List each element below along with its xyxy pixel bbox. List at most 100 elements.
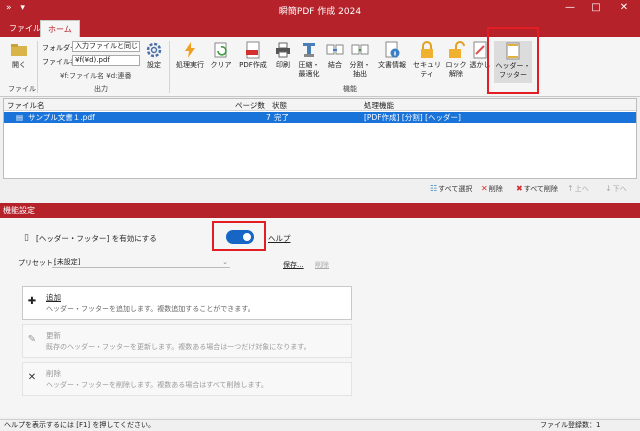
remove-preset-link[interactable]: 削除: [315, 260, 329, 270]
minimize-button[interactable]: —: [560, 2, 580, 13]
open-button[interactable]: 開く: [6, 41, 32, 70]
move-up-button[interactable]: ↑上へ: [567, 184, 589, 194]
filename-hint: ¥f:ファイル名 ¥d:連番: [60, 72, 132, 80]
delete-label: 削除: [488, 185, 503, 193]
pdf-file-icon: [246, 41, 260, 59]
tab-home[interactable]: ホーム: [40, 20, 80, 37]
clamp-icon: [303, 43, 315, 57]
clear-button[interactable]: クリア: [209, 41, 233, 70]
delete-action-card[interactable]: ✕ 削除 ヘッダー・フッターを削除します。複数ある場合はすべて削除します。: [22, 362, 352, 396]
file-list-header: ファイル名 ページ数 状態 処理機能: [4, 99, 636, 111]
ribbon-separator: [169, 41, 170, 93]
filename-input-value: ¥f(¥d).pdf: [75, 56, 110, 64]
delete-all-button[interactable]: ✖すべて削除: [516, 184, 558, 194]
split-label-1: 分割・: [349, 61, 371, 69]
settings-label: 設定: [147, 61, 161, 69]
x-icon: ✕: [27, 372, 37, 383]
move-up-label: 上へ: [574, 185, 589, 193]
update-desc: 既存のヘッダー・フッターを更新します。複数ある場合は一つだけ対象になります。: [46, 343, 311, 351]
document-icon: ▯: [24, 233, 29, 243]
column-header-name[interactable]: ファイル名: [7, 100, 45, 111]
close-all-icon: ✖: [516, 184, 523, 193]
preset-select[interactable]: [未設定] ⌄: [52, 257, 230, 268]
merge-button[interactable]: 結合: [324, 41, 346, 70]
pencil-icon: ✎: [27, 334, 37, 345]
arrow-up-icon: ↑: [567, 184, 574, 193]
split-button[interactable]: 分割・ 抽出: [348, 41, 372, 79]
unlock-button[interactable]: ロック 解除: [445, 41, 467, 79]
select-all-label: すべて選択: [438, 185, 473, 193]
merge-label: 結合: [328, 61, 342, 69]
print-button[interactable]: 印刷: [271, 41, 295, 70]
ribbon-tabs: ファイル ホーム: [0, 20, 640, 37]
printer-icon: [276, 42, 290, 58]
row-function: [PDF作成] [分割] [ヘッダー]: [364, 113, 461, 122]
output-group-label: 出力: [94, 85, 108, 93]
lock-icon: [421, 41, 433, 58]
row-pages: 7: [266, 113, 271, 122]
close-icon: ✕: [481, 184, 488, 193]
pdf-create-button[interactable]: PDF作成: [237, 41, 269, 70]
row-file-name: サンプル文書１.pdf: [28, 113, 95, 122]
settings-button[interactable]: 設定: [144, 41, 164, 70]
folder-select[interactable]: 入力ファイルと同じ: [72, 41, 140, 52]
filename-input[interactable]: ¥f(¥d).pdf: [72, 55, 140, 66]
security-label: セキュリティ: [413, 61, 441, 78]
folder-select-value: 入力ファイルと同じ: [75, 42, 138, 50]
move-down-button[interactable]: ↓下へ: [605, 184, 627, 194]
security-button[interactable]: セキュリティ: [410, 41, 444, 79]
unlock-label-2: 解除: [449, 70, 463, 78]
docinfo-label: 文書情報: [378, 61, 406, 69]
split-label-2: 抽出: [353, 70, 367, 78]
move-down-label: 下へ: [612, 185, 627, 193]
chevron-down-icon: ⌄: [222, 258, 228, 266]
select-all-button[interactable]: ☷すべて選択: [430, 184, 472, 194]
arrow-down-icon: ↓: [605, 184, 612, 193]
gear-icon: [146, 42, 162, 58]
highlight-box-ribbon: [487, 27, 539, 94]
refresh-icon: [214, 42, 227, 58]
delete-button[interactable]: ✕削除: [481, 184, 503, 194]
compress-label-1: 圧縮・: [298, 61, 320, 69]
preset-select-value: [未設定]: [54, 258, 81, 266]
save-preset-link[interactable]: 保存...: [283, 260, 304, 270]
lightning-icon: [185, 42, 195, 58]
close-button[interactable]: ✕: [614, 2, 634, 13]
file-count: ファイル登録数：1: [540, 421, 601, 429]
help-link[interactable]: ヘルプ: [268, 233, 291, 244]
unlock-icon: [449, 41, 465, 58]
section-header: 機能設定: [0, 203, 640, 218]
print-label: 印刷: [276, 61, 290, 69]
pdf-file-icon: ▤: [16, 113, 24, 122]
checklist-icon: ☷: [430, 184, 438, 193]
column-header-pages[interactable]: ページ数: [235, 100, 265, 111]
docinfo-button[interactable]: 文書情報: [374, 41, 410, 70]
column-header-status[interactable]: 状態: [272, 100, 287, 111]
window-title: 瞬簡PDF 作成 2024: [278, 7, 362, 17]
file-list[interactable]: ファイル名 ページ数 状態 処理機能 ▤ サンプル文書１.pdf 7 完了 [P…: [3, 98, 637, 179]
process-button[interactable]: 処理実行: [172, 41, 208, 70]
add-title: 追加: [46, 293, 61, 302]
table-row[interactable]: ▤ サンプル文書１.pdf 7 完了 [PDF作成] [分割] [ヘッダー]: [4, 112, 636, 123]
title-bar: » ▾ 瞬簡PDF 作成 2024 — □ ✕: [0, 0, 640, 20]
info-icon: [385, 41, 400, 58]
delete-all-label: すべて削除: [523, 185, 558, 193]
add-desc: ヘッダー・フッターを追加します。複数追加することができます。: [46, 305, 255, 313]
update-action-card[interactable]: ✎ 更新 既存のヘッダー・フッターを更新します。複数ある場合は一つだけ対象になり…: [22, 324, 352, 358]
ribbon-separator: [37, 41, 38, 93]
add-action-card[interactable]: ✚ 追加 ヘッダー・フッターを追加します。複数追加することができます。: [22, 286, 352, 320]
status-hint: ヘルプを表示するには [F1] を押してください。: [4, 421, 155, 429]
list-toolbar: ☷すべて選択 ✕削除 ✖すべて削除 ↑上へ ↓下へ: [0, 181, 640, 195]
maximize-button[interactable]: □: [586, 2, 606, 13]
compress-button[interactable]: 圧縮・ 最適化: [296, 41, 322, 79]
plus-icon: ✚: [27, 296, 37, 307]
pdf-create-label: PDF作成: [239, 61, 267, 69]
function-group-label: 機能: [343, 85, 357, 93]
column-header-function[interactable]: 処理機能: [364, 100, 394, 111]
delete-title: 削除: [46, 369, 61, 378]
status-bar: ヘルプを表示するには [F1] を押してください。 ファイル登録数：1: [0, 419, 640, 431]
ribbon: 開く ファイル フォルダー 入力ファイルと同じ ファイル名 ¥f(¥d).pdf…: [0, 37, 640, 97]
file-group-label: ファイル: [8, 85, 36, 93]
process-label: 処理実行: [176, 61, 204, 69]
update-title: 更新: [46, 331, 61, 340]
